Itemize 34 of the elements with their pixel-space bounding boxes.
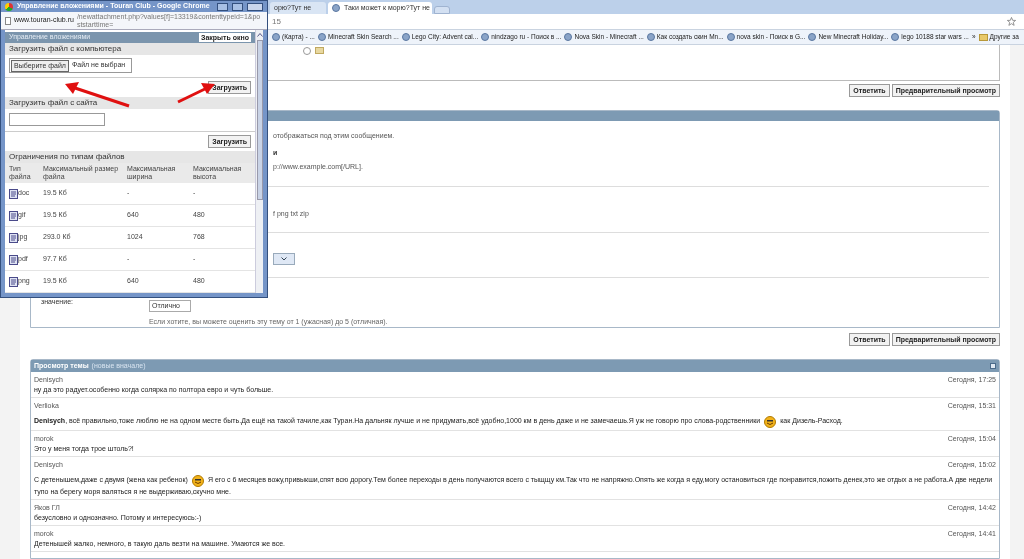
star-icon[interactable] xyxy=(1007,17,1016,26)
collapse-icon[interactable] xyxy=(990,363,996,369)
file-type-icon xyxy=(9,254,18,265)
folder-icon xyxy=(315,47,324,54)
close-button[interactable] xyxy=(247,2,263,11)
url-input-field[interactable] xyxy=(9,113,105,127)
favicon-icon xyxy=(726,33,735,41)
smiley-icon xyxy=(763,414,778,428)
favicon-icon xyxy=(317,33,326,41)
favicon-icon xyxy=(891,33,900,41)
chevron-up-icon[interactable] xyxy=(256,32,263,38)
folder-icon xyxy=(978,33,988,41)
radio-button[interactable] xyxy=(303,47,311,55)
file-type-icon xyxy=(9,232,18,243)
smiley-icon xyxy=(190,473,205,487)
minimize-button[interactable] xyxy=(217,2,228,11)
maximize-button[interactable] xyxy=(232,2,243,11)
file-type-icon xyxy=(9,188,18,199)
dropdown-button[interactable] xyxy=(273,252,295,265)
section-header: Загрузить файл с сайта xyxy=(5,96,255,109)
favicon-icon xyxy=(481,33,490,41)
favicon-icon xyxy=(564,33,573,41)
scrollbar[interactable] xyxy=(255,30,263,293)
chevron-down-icon xyxy=(281,256,287,261)
file-type-icon xyxy=(9,276,18,287)
favicon-icon xyxy=(646,33,655,41)
file-type-icon xyxy=(9,210,18,221)
chrome-logo-icon xyxy=(5,2,13,11)
favicon-icon xyxy=(401,33,410,41)
page-icon xyxy=(5,16,11,25)
section-header: Ограничения по типам файлов xyxy=(5,151,255,163)
favicon-icon xyxy=(808,33,817,41)
favicon-icon xyxy=(272,33,280,41)
favicon-icon xyxy=(332,4,340,12)
